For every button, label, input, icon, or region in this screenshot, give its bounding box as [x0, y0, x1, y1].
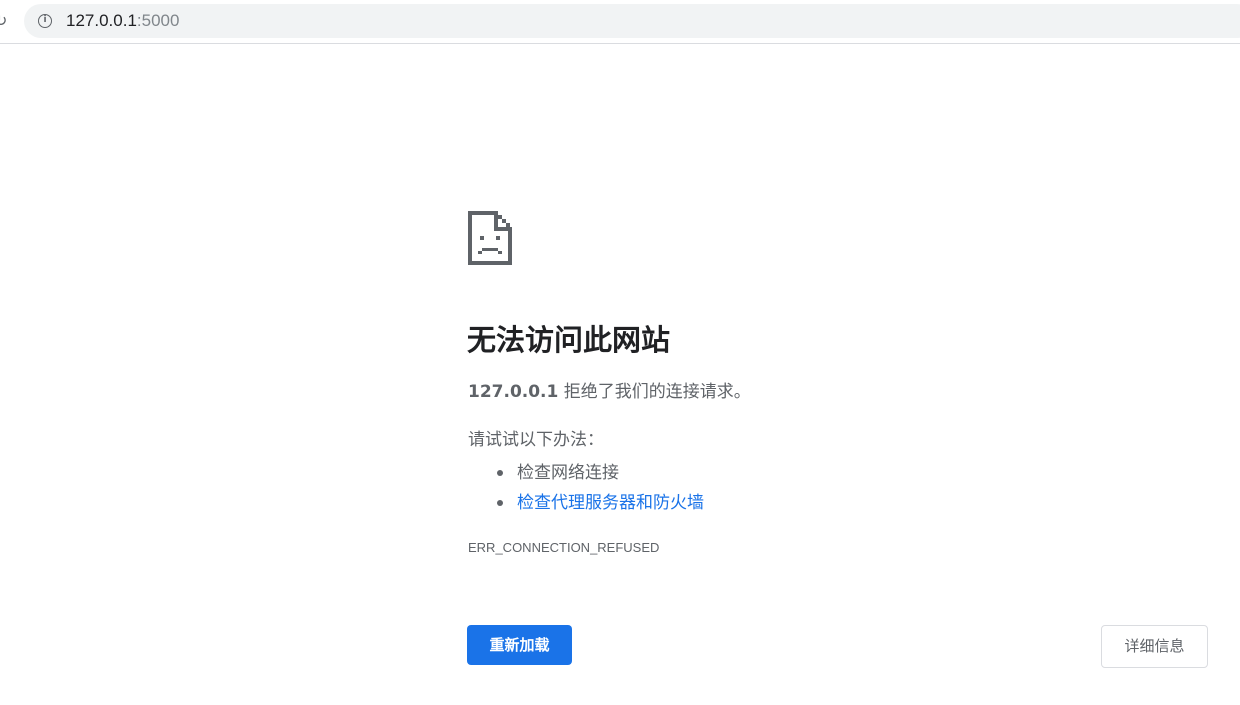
suggestions-heading: 请试试以下办法：: [468, 430, 604, 450]
info-icon[interactable]: i: [38, 14, 52, 28]
url-text[interactable]: 127.0.0.1:5000: [66, 11, 179, 31]
suggestions-list: 检查网络连接 检查代理服务器和防火墙: [494, 458, 704, 518]
reload-icon[interactable]: ↻: [0, 10, 8, 32]
summary-host: 127.0.0.1: [468, 382, 559, 402]
error-code: ERR_CONNECTION_REFUSED: [468, 540, 660, 555]
url-host: 127.0.0.1: [66, 11, 137, 30]
reload-button[interactable]: 重新加载: [467, 625, 572, 665]
suggestion-label: 检查网络连接: [517, 463, 619, 483]
suggestion-item-check-proxy: 检查代理服务器和防火墙: [494, 488, 704, 518]
check-proxy-firewall-link[interactable]: 检查代理服务器和防火墙: [517, 493, 704, 513]
sad-page-icon: [468, 211, 512, 265]
address-bar[interactable]: i 127.0.0.1:5000: [24, 4, 1240, 38]
error-summary: 127.0.0.1 拒绝了我们的连接请求。: [468, 380, 751, 404]
url-port: :5000: [136, 11, 180, 30]
browser-toolbar: ↻ i 127.0.0.1:5000: [0, 0, 1240, 44]
page-title: 无法访问此网站: [467, 323, 671, 357]
details-button[interactable]: 详细信息: [1101, 625, 1208, 668]
summary-text: 拒绝了我们的连接请求。: [558, 382, 751, 402]
suggestion-item-check-network: 检查网络连接: [494, 458, 704, 488]
